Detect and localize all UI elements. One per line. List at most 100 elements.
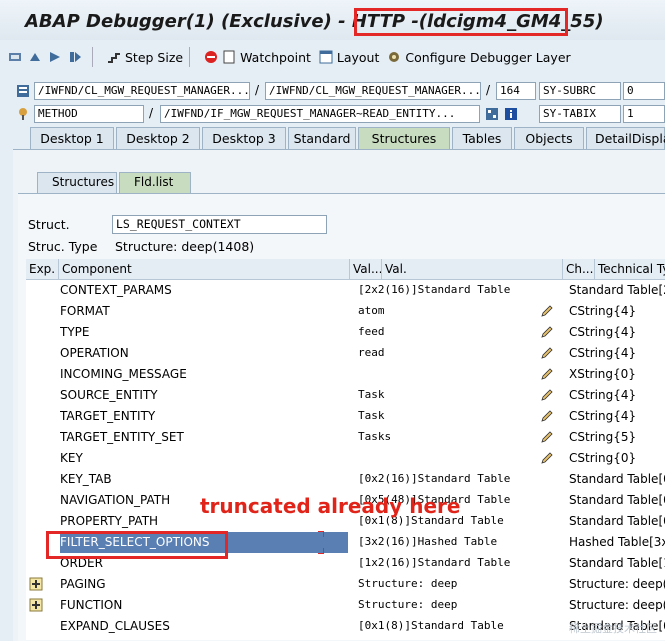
subtab-structures[interactable]: Structures: [37, 172, 117, 193]
include-field[interactable]: /IWFND/CL_MGW_REQUEST_MANAGER...: [265, 82, 481, 100]
separator-slash: /: [149, 106, 154, 120]
step-size-button[interactable]: Step Size: [107, 46, 183, 68]
value-cell[interactable]: [1x2(16)]Standard Table: [358, 553, 558, 574]
technical-type-cell: CString{5}: [569, 430, 637, 444]
component-cell[interactable]: KEY: [60, 448, 348, 469]
watermark: 稀土掘金技术社区: [569, 622, 657, 635]
component-cell[interactable]: PAGING: [60, 574, 348, 595]
value-cell[interactable]: atom: [358, 301, 558, 322]
table-row[interactable]: TARGET_ENTITY Task CString{4}: [26, 406, 665, 427]
technical-type-cell: CString{4}: [569, 409, 637, 423]
table-row[interactable]: INCOMING_MESSAGE XString{0}: [26, 364, 665, 385]
info-icon[interactable]: [504, 107, 518, 121]
sysvar-field[interactable]: SY-SUBRC: [539, 82, 621, 100]
value-cell[interactable]: [0x2(16)]Standard Table: [358, 469, 558, 490]
component-cell[interactable]: CONTEXT_PARAMS: [60, 280, 348, 301]
method-type-field[interactable]: METHOD: [34, 105, 144, 123]
table-row[interactable]: PAGING Structure: deep Structure: deep(1: [26, 574, 665, 595]
component-cell[interactable]: SOURCE_ENTITY: [60, 385, 348, 406]
value-cell[interactable]: Task: [358, 406, 558, 427]
tab-detail-display[interactable]: DetailDisplay: [586, 127, 665, 149]
table-row[interactable]: OPERATION read CString{4}: [26, 343, 665, 364]
continue-button[interactable]: [48, 46, 66, 68]
expand-icon[interactable]: [29, 577, 43, 591]
title-bar: ABAP Debugger(1) (Exclusive) - HTTP -(ld…: [0, 0, 665, 40]
pencil-icon[interactable]: [540, 304, 554, 318]
program-field[interactable]: /IWFND/CL_MGW_REQUEST_MANAGER...: [34, 82, 250, 100]
sysval-field[interactable]: 0: [623, 82, 665, 100]
value-cell[interactable]: Structure: deep: [358, 595, 558, 616]
col-header-val[interactable]: Val.: [382, 259, 563, 280]
component-cell[interactable]: FUNCTION: [60, 595, 348, 616]
technical-type-cell: CString{0}: [569, 451, 637, 465]
value-cell[interactable]: [0x1(8)]Standard Table: [358, 616, 558, 637]
step-over-button[interactable]: [8, 46, 26, 68]
value-cell[interactable]: Tasks: [358, 427, 558, 448]
title-highlight-box: [354, 8, 568, 36]
step-out-button[interactable]: [28, 46, 46, 68]
pencil-icon[interactable]: [540, 325, 554, 339]
navigate-icon[interactable]: [485, 107, 499, 121]
component-cell[interactable]: TARGET_ENTITY: [60, 406, 348, 427]
table-row[interactable]: KEY CString{0}: [26, 448, 665, 469]
technical-type-cell: Standard Table[0: [569, 493, 665, 507]
pencil-icon[interactable]: [540, 346, 554, 360]
pencil-icon[interactable]: [540, 451, 554, 465]
table-row[interactable]: FUNCTION Structure: deep Structure: deep(3: [26, 595, 665, 616]
subtab-fld-list[interactable]: Fld.list: [119, 172, 191, 193]
col-header-val-short[interactable]: Val...: [350, 259, 382, 280]
component-cell[interactable]: OPERATION: [60, 343, 348, 364]
component-cell[interactable]: INCOMING_MESSAGE: [60, 364, 348, 385]
table-row[interactable]: CONTEXT_PARAMS [2x2(16)]Standard Table Sta…: [26, 280, 665, 301]
tab-desktop-3[interactable]: Desktop 3: [202, 127, 286, 149]
pencil-icon[interactable]: [540, 388, 554, 402]
struct-input[interactable]: LS_REQUEST_CONTEXT: [112, 215, 327, 234]
col-header-change[interactable]: Ch...: [563, 259, 595, 280]
tab-standard[interactable]: Standard: [288, 127, 356, 149]
table-row[interactable]: TYPE feed CString{4}: [26, 322, 665, 343]
col-header-technical-type[interactable]: Technical Type: [595, 259, 665, 280]
pencil-icon[interactable]: [540, 367, 554, 381]
pencil-icon[interactable]: [540, 409, 554, 423]
value-cell[interactable]: [358, 364, 558, 385]
run-to-cursor-button[interactable]: [68, 46, 86, 68]
value-cell[interactable]: Structure: deep: [358, 574, 558, 595]
value-cell[interactable]: Task: [358, 385, 558, 406]
layout-button[interactable]: Layout: [319, 46, 379, 68]
table-row[interactable]: KEY_TAB [0x2(16)]Standard Table Standard T…: [26, 469, 665, 490]
method-name-field[interactable]: /IWFND/IF_MGW_REQUEST_MANAGER~READ_ENTIT…: [160, 105, 480, 123]
component-cell[interactable]: KEY_TAB: [60, 469, 348, 490]
run-to-cursor-icon: [70, 52, 81, 62]
debugger-toolbar: Step Size Watchpoint Layout Configure De…: [0, 43, 665, 71]
col-header-exp[interactable]: Exp.: [26, 259, 59, 280]
tab-tables[interactable]: Tables: [452, 127, 512, 149]
value-cell[interactable]: [2x2(16)]Standard Table: [358, 280, 558, 301]
tab-desktop-1[interactable]: Desktop 1: [30, 127, 114, 149]
table-row[interactable]: FORMAT atom CString{4}: [26, 301, 665, 322]
struct-type-value: Structure: deep(1408): [115, 239, 255, 254]
component-cell[interactable]: FORMAT: [60, 301, 348, 322]
configure-layer-button[interactable]: Configure Debugger Layer: [387, 46, 571, 68]
table-row[interactable]: TARGET_ENTITY_SET Tasks CString{5}: [26, 427, 665, 448]
watchpoint-icon: [223, 50, 235, 64]
value-cell[interactable]: [358, 448, 558, 469]
sysvar2-field[interactable]: SY-TABIX: [539, 105, 621, 123]
value-cell[interactable]: read: [358, 343, 558, 364]
watchpoint-button[interactable]: Watchpoint: [204, 46, 311, 68]
value-cell[interactable]: [3x2(16)]Hashed Table: [358, 532, 558, 553]
table-row[interactable]: SOURCE_ENTITY Task CString{4}: [26, 385, 665, 406]
tab-desktop-2[interactable]: Desktop 2: [116, 127, 200, 149]
component-cell[interactable]: EXPAND_CLAUSES: [60, 616, 348, 637]
tab-objects[interactable]: Objects: [514, 127, 584, 149]
value-cell[interactable]: feed: [358, 322, 558, 343]
technical-type-cell: Standard Table[1: [569, 556, 665, 570]
pencil-icon[interactable]: [540, 430, 554, 444]
expand-icon[interactable]: [29, 598, 43, 612]
sysval2-field[interactable]: 1: [623, 105, 665, 123]
tab-structures[interactable]: Structures: [358, 127, 450, 149]
line-field[interactable]: 164: [496, 82, 536, 100]
component-cell[interactable]: TYPE: [60, 322, 348, 343]
col-header-component[interactable]: Component: [59, 259, 350, 280]
component-cell[interactable]: TARGET_ENTITY_SET: [60, 427, 348, 448]
configure-layer-icon: [389, 52, 400, 62]
